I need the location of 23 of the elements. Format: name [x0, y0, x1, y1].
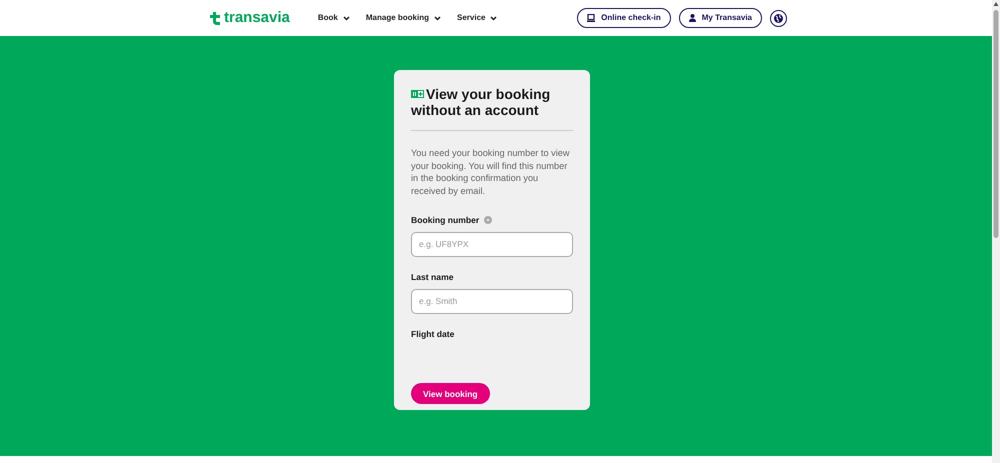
language-button[interactable] [770, 10, 787, 26]
globe-icon [774, 14, 783, 22]
user-icon [688, 14, 696, 22]
help-icon[interactable] [484, 216, 492, 224]
field-label: Booking number [411, 214, 480, 227]
field-label: Flight date [411, 328, 454, 340]
nav-menu-button[interactable]: Book [318, 12, 350, 24]
field-label: Last name [411, 270, 454, 284]
logo-icon[interactable] [209, 12, 221, 24]
intro-text: You need your booking number to view your booking. You will find this number in the booking confirmation you received by email. [411, 147, 571, 198]
header-button[interactable]: Online check-in [577, 8, 671, 28]
scrollbar-drawing[interactable] [992, 0, 1000, 240]
chevron-down-icon [490, 16, 498, 20]
card-title: View your booking without an account [411, 86, 552, 118]
input-field[interactable]: e.g. UF8YPX [411, 232, 573, 257]
chevron-down-icon [342, 16, 350, 20]
input-field[interactable]: e.g. Smith [411, 288, 573, 314]
nav-menu-button[interactable]: Manage booking [366, 12, 441, 24]
header-button[interactable]: My Transavia [678, 8, 762, 28]
submit-button[interactable]: View booking [411, 383, 490, 404]
chevron-down-icon [434, 16, 441, 20]
nav-menu-button[interactable]: Service [457, 12, 498, 24]
ticket-icon [411, 90, 424, 98]
